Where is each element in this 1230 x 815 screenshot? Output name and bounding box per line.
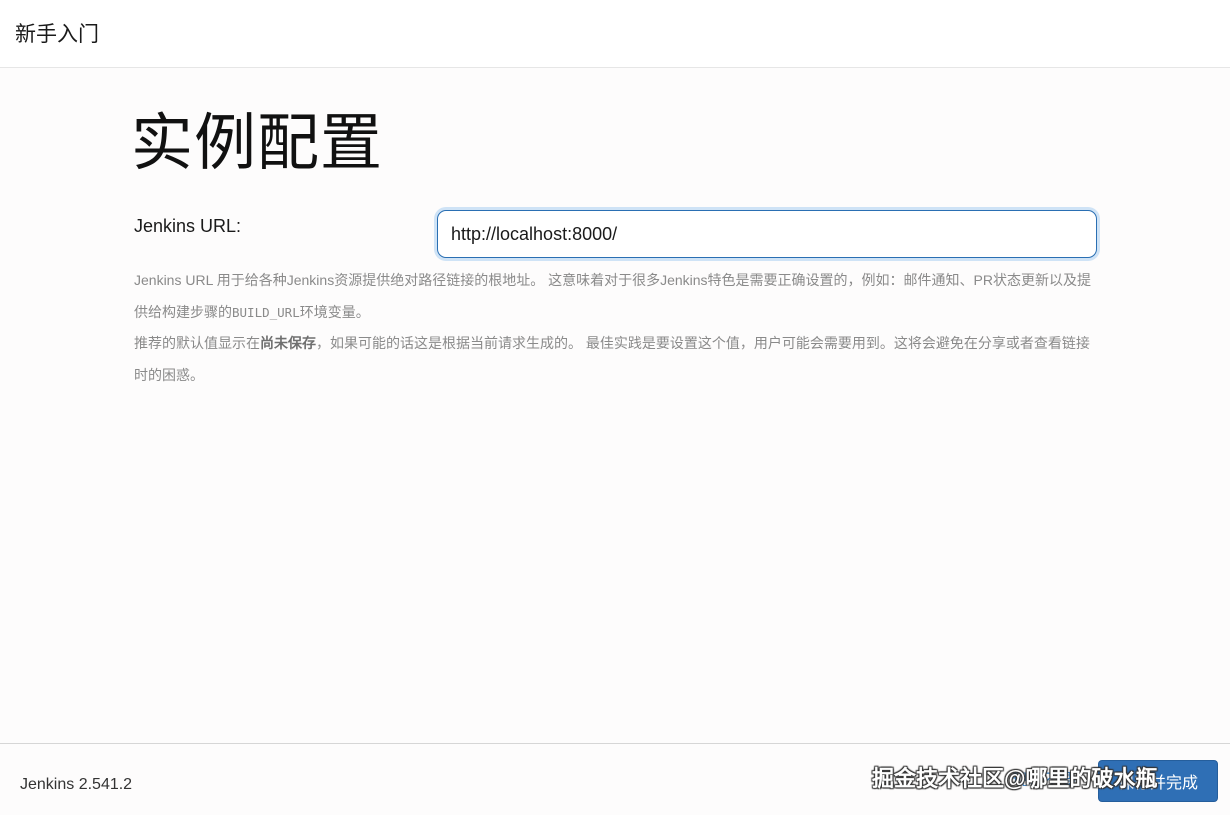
build-url-code: BUILD_URL	[232, 304, 300, 320]
save-and-finish-button[interactable]: 保存并完成	[1098, 760, 1218, 802]
jenkins-url-label: Jenkins URL:	[134, 216, 242, 236]
jenkins-url-help: Jenkins URL 用于给各种Jenkins资源提供绝对路径链接的根地址。 …	[134, 265, 1094, 391]
skip-link[interactable]: 现在不要	[1012, 771, 1076, 791]
page-footer: Jenkins 2.541.2 现在不要 保存并完成 掘金技术社区@哪里的破水瓶	[0, 743, 1230, 815]
header-title: 新手入门	[15, 23, 99, 46]
help-paragraph-1: Jenkins URL 用于给各种Jenkins资源提供绝对路径链接的根地址。 …	[134, 272, 1092, 320]
page-header: 新手入门	[0, 0, 1230, 68]
help-paragraph-2: 推荐的默认值显示在尚未保存，如果可能的话这是根据当前请求生成的。 最佳实践是要设…	[134, 335, 1090, 383]
main-content: 实例配置 Jenkins URL: Jenkins URL 用于给各种Jenki…	[0, 69, 1230, 743]
jenkins-version: Jenkins 2.541.2	[20, 776, 133, 793]
jenkins-url-input[interactable]	[437, 210, 1097, 258]
page-title: 实例配置	[131, 109, 384, 178]
not-saved-emphasis: 尚未保存	[260, 335, 316, 351]
